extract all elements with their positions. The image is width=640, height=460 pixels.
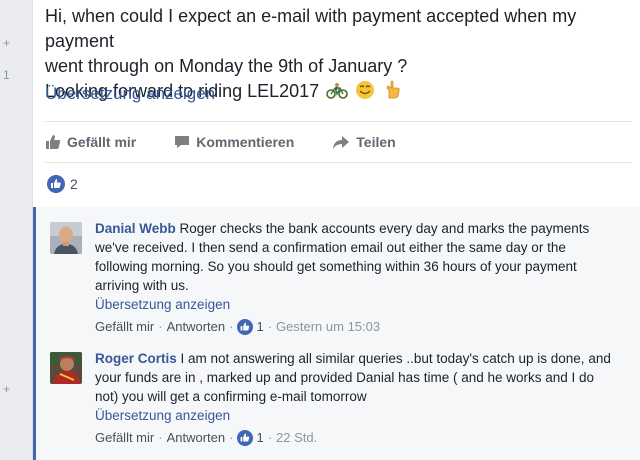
left-rail: + 1 + xyxy=(0,0,33,460)
comment-translate-link[interactable]: Übersetzung anzeigen xyxy=(95,295,615,314)
post-line-2: went through on Monday the 9th of Januar… xyxy=(45,56,408,76)
like-badge-icon xyxy=(237,429,254,446)
comment-meta: Gefällt mir · Antworten · 1 · Gestern um… xyxy=(95,317,615,336)
separator-dot: · xyxy=(267,430,273,445)
comment-likes-count: 1 xyxy=(256,430,264,445)
comment-likes[interactable]: 1 xyxy=(237,317,264,336)
comment-body: Danial Webb Roger checks the bank accoun… xyxy=(95,219,615,336)
separator-dot: · xyxy=(158,319,163,334)
comment-body: Roger Cortis I am not answering all simi… xyxy=(95,349,615,447)
post-actions: Gefällt mir Kommentieren Teilen xyxy=(45,130,434,154)
separator-dot: · xyxy=(267,319,273,334)
comment-like-link[interactable]: Gefällt mir xyxy=(95,428,154,447)
bicycle-icon xyxy=(326,82,349,107)
likes-count: 2 xyxy=(70,176,78,192)
post-line-1: Hi, when could I expect an e-mail with p… xyxy=(45,6,577,51)
comment-author[interactable]: Roger Cortis xyxy=(95,351,177,366)
rail-plus-mark: + xyxy=(3,36,11,50)
separator-dot: · xyxy=(229,319,234,334)
separator-dot: · xyxy=(158,430,163,445)
comment-timestamp[interactable]: 22 Std. xyxy=(276,428,317,447)
comment-reply-link[interactable]: Antworten xyxy=(167,428,226,447)
comment-likes-count: 1 xyxy=(256,319,264,334)
comments-section: Danial Webb Roger checks the bank accoun… xyxy=(33,207,640,460)
comment-timestamp[interactable]: Gestern um 15:03 xyxy=(276,317,380,336)
comment-reply-link[interactable]: Antworten xyxy=(167,317,226,336)
comment-likes[interactable]: 1 xyxy=(237,428,264,447)
like-badge-icon xyxy=(47,175,65,193)
divider xyxy=(45,121,632,122)
divider xyxy=(45,162,632,163)
share-button[interactable]: Teilen xyxy=(332,134,396,150)
likes-summary[interactable]: 2 xyxy=(47,175,78,193)
thumbs-up-icon xyxy=(46,135,61,149)
comment-meta: Gefällt mir · Antworten · 1 · 22 Std. xyxy=(95,428,615,447)
like-button[interactable]: Gefällt mir xyxy=(45,134,136,150)
separator-dot: · xyxy=(229,430,234,445)
comment-translate-link[interactable]: Übersetzung anzeigen xyxy=(95,406,615,425)
comment-icon xyxy=(175,136,190,148)
avatar[interactable] xyxy=(50,222,82,254)
avatar[interactable] xyxy=(50,352,82,384)
comments-accent-bar xyxy=(33,207,36,460)
comment-author[interactable]: Danial Webb xyxy=(95,221,176,236)
like-button-label: Gefällt mir xyxy=(67,134,137,150)
pointing-hand-icon xyxy=(382,80,402,107)
share-arrow-icon xyxy=(333,136,350,149)
share-button-label: Teilen xyxy=(356,134,396,150)
post: Hi, when could I expect an e-mail with p… xyxy=(33,0,640,460)
rail-count-mark: 1 xyxy=(3,68,10,82)
comment-button[interactable]: Kommentieren xyxy=(174,134,294,150)
comment-button-label: Kommentieren xyxy=(196,134,295,150)
like-badge-icon xyxy=(237,318,254,335)
comment-like-link[interactable]: Gefällt mir xyxy=(95,317,154,336)
post-translate-link[interactable]: Übersetzung anzeigen xyxy=(45,84,215,104)
smiley-icon xyxy=(355,80,375,107)
rail-plus-mark: + xyxy=(3,382,11,396)
